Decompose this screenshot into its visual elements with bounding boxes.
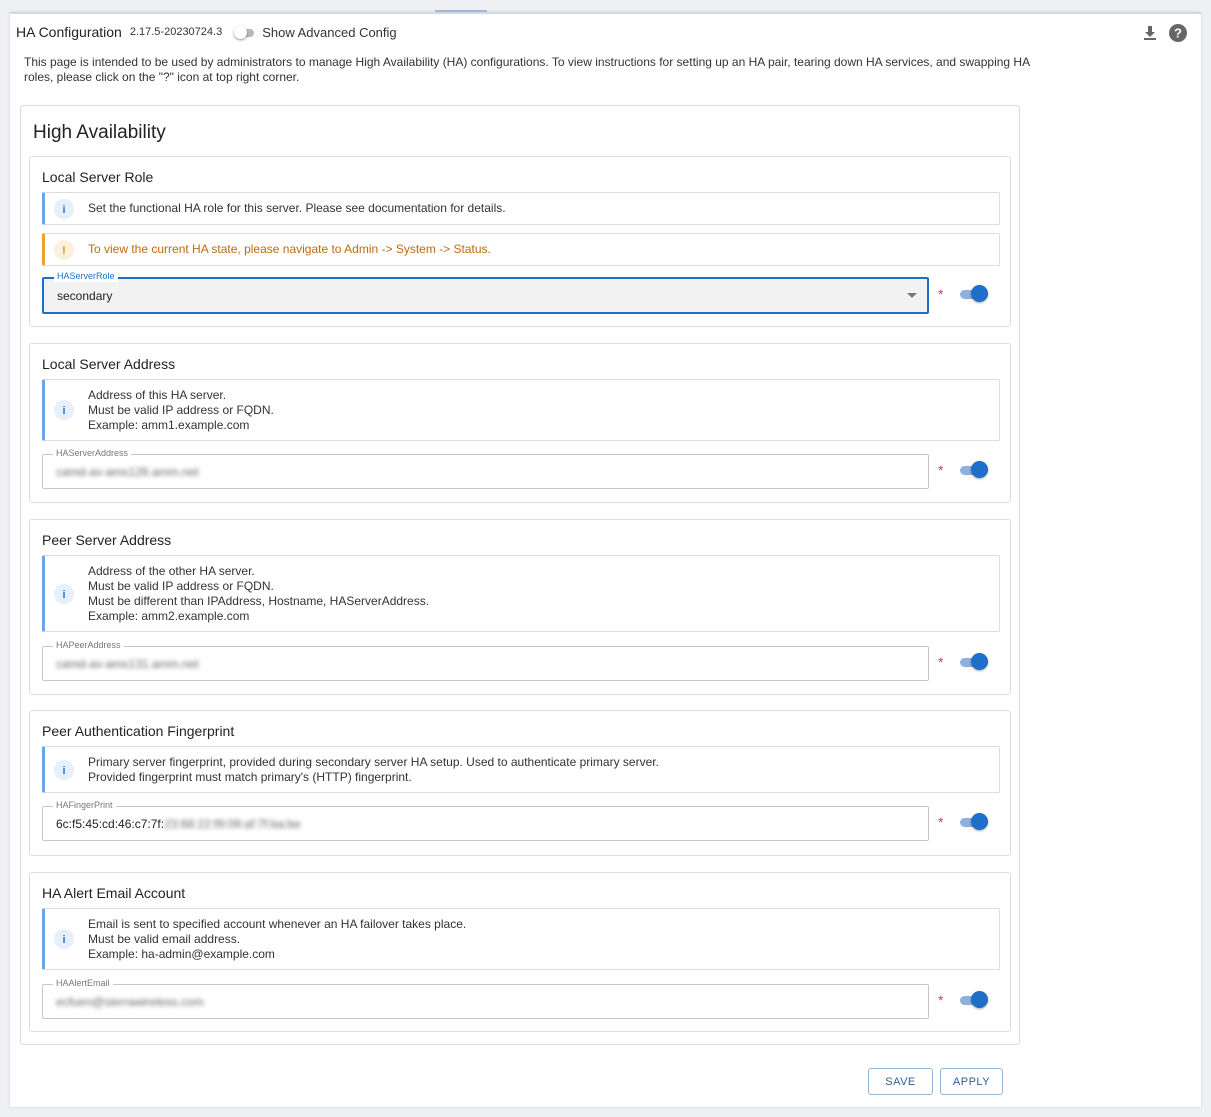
- info-icon: i: [54, 400, 74, 420]
- field-value: ecfuen@sierrawireless.com: [56, 995, 204, 1009]
- page-container: HA Configuration 2.17.5-20230724.3 Show …: [10, 10, 1201, 1107]
- section-title: Peer Authentication Fingerprint: [42, 723, 235, 739]
- header-actions: ?: [1143, 24, 1187, 47]
- svg-text:?: ?: [1174, 26, 1182, 41]
- ha-server-role-toggle[interactable]: [959, 285, 989, 303]
- field-label: HAFingerPrint: [53, 799, 116, 811]
- ha-server-address-toggle[interactable]: [959, 461, 989, 479]
- advanced-config-toggle[interactable]: [234, 26, 256, 39]
- info-note: i Primary server fingerprint, provided d…: [42, 746, 1000, 793]
- card-title: High Availability: [33, 122, 166, 143]
- section-alert-email: HA Alert Email Account i Email is sent t…: [29, 872, 1011, 1032]
- info-icon: i: [54, 583, 74, 604]
- info-icon: i: [54, 929, 74, 949]
- info-text: Address of this HA server. Must be valid…: [88, 388, 274, 433]
- info-line: Primary server fingerprint, provided dur…: [88, 754, 659, 769]
- info-text: Set the functional HA role for this serv…: [88, 201, 506, 215]
- required-marker: *: [938, 462, 944, 478]
- ha-server-role-select[interactable]: HAServerRole secondary: [42, 270, 929, 314]
- svg-text:i: i: [62, 765, 65, 777]
- required-marker: *: [938, 992, 944, 1008]
- warning-icon: !: [54, 239, 74, 260]
- tab-indicator: [435, 10, 487, 12]
- required-marker: *: [938, 814, 944, 830]
- section-local-server-role: Local Server Role i Set the functional H…: [29, 156, 1011, 327]
- toggle-knob: [234, 26, 248, 39]
- apply-button[interactable]: APPLY: [940, 1068, 1003, 1095]
- info-line: Address of this HA server.: [88, 387, 227, 402]
- high-availability-card: High Availability Local Server Role i Se…: [20, 105, 1020, 1045]
- info-line: Example: amm1.example.com: [88, 417, 250, 432]
- section-title: Local Server Address: [42, 356, 176, 372]
- toggle-knob: [971, 991, 988, 1008]
- advanced-config-label: Show Advanced Config: [262, 24, 397, 40]
- section-title: Local Server Role: [42, 169, 154, 185]
- intro-text: This page is intended to be used by admi…: [24, 55, 1030, 84]
- ha-server-address-input[interactable]: HAServerAddress camd-av-ams126.amm.net: [42, 447, 929, 489]
- required-marker: *: [938, 286, 944, 302]
- field-label: HAServerRole: [54, 270, 118, 282]
- svg-text:!: !: [62, 245, 66, 257]
- section-peer-fingerprint: Peer Authentication Fingerprint i Primar…: [29, 710, 1011, 856]
- ha-peer-address-input[interactable]: HAPeerAddress camd-av-ams131.amm.net: [42, 639, 929, 681]
- field-label: HAAlertEmail: [53, 977, 113, 989]
- info-line: Must be different than IPAddress, Hostna…: [88, 593, 430, 608]
- field-value: camd-av-ams126.amm.net: [56, 465, 199, 479]
- ha-fingerprint-toggle[interactable]: [959, 813, 989, 831]
- svg-text:i: i: [62, 589, 65, 601]
- info-note: i Email is sent to specified account whe…: [42, 908, 1000, 970]
- section-peer-server-address: Peer Server Address i Address of the oth…: [29, 519, 1011, 695]
- info-line: Example: ha-admin@example.com: [88, 946, 275, 961]
- svg-text:i: i: [62, 934, 65, 946]
- ha-alert-email-toggle[interactable]: [959, 991, 989, 1009]
- info-line: Email is sent to specified account whene…: [88, 916, 467, 931]
- download-icon[interactable]: [1143, 25, 1157, 46]
- version-label: 2.17.5-20230724.3: [129, 26, 223, 38]
- field-label: HAServerAddress: [53, 447, 132, 459]
- section-local-server-address: Local Server Address i Address of this H…: [29, 343, 1011, 503]
- section-title: Peer Server Address: [42, 532, 172, 548]
- info-line: Provided fingerprint must match primary'…: [88, 769, 412, 784]
- page-header: HA Configuration 2.17.5-20230724.3 Show …: [16, 22, 397, 42]
- required-marker: *: [938, 654, 944, 670]
- save-button[interactable]: SAVE: [868, 1068, 933, 1095]
- field-value: 6c:f5:45:cd:46:c7:7f:23:68:22:f9:09:af:7…: [56, 817, 301, 831]
- info-line: Address of the other HA server.: [88, 563, 255, 578]
- toggle-knob: [971, 813, 988, 830]
- info-note: i Address of the other HA server. Must b…: [42, 555, 1000, 632]
- field-value: secondary: [57, 289, 113, 303]
- info-note: i Set the functional HA role for this se…: [42, 192, 1000, 225]
- info-line: Must be valid email address.: [88, 931, 241, 946]
- info-text: Email is sent to specified account whene…: [88, 917, 466, 962]
- toggle-knob: [971, 285, 988, 302]
- toggle-knob: [971, 653, 988, 670]
- field-value: camd-av-ams131.amm.net: [56, 657, 199, 671]
- toggle-knob: [971, 461, 988, 478]
- fingerprint-visible: 6c:f5:45:cd:46:c7:7f:: [56, 817, 165, 831]
- info-text: Primary server fingerprint, provided dur…: [88, 755, 659, 785]
- chevron-down-icon: [907, 293, 917, 298]
- ha-peer-address-toggle[interactable]: [959, 653, 989, 671]
- field-label: HAPeerAddress: [53, 639, 124, 651]
- info-icon: i: [54, 759, 74, 780]
- ha-alert-email-input[interactable]: HAAlertEmail ecfuen@sierrawireless.com: [42, 977, 929, 1019]
- svg-text:i: i: [62, 405, 65, 417]
- info-note: i Address of this HA server. Must be val…: [42, 379, 1000, 441]
- ha-fingerprint-input[interactable]: HAFingerPrint 6c:f5:45:cd:46:c7:7f:23:68…: [42, 799, 929, 841]
- fingerprint-hidden: 23:68:22:f9:09:af:7f:ba:be: [164, 817, 301, 831]
- page-title: HA Configuration: [16, 24, 122, 40]
- warning-text: To view the current HA state, please nav…: [88, 242, 491, 256]
- info-line: Must be valid IP address or FQDN.: [88, 402, 274, 417]
- section-title: HA Alert Email Account: [42, 885, 186, 901]
- svg-text:i: i: [62, 204, 65, 216]
- warning-note: ! To view the current HA state, please n…: [42, 233, 1000, 266]
- info-line: Must be valid IP address or FQDN.: [88, 578, 274, 593]
- info-icon: i: [54, 198, 74, 219]
- info-line: Example: amm2.example.com: [88, 608, 250, 623]
- help-icon[interactable]: ?: [1169, 24, 1187, 47]
- info-text: Address of the other HA server. Must be …: [88, 564, 429, 624]
